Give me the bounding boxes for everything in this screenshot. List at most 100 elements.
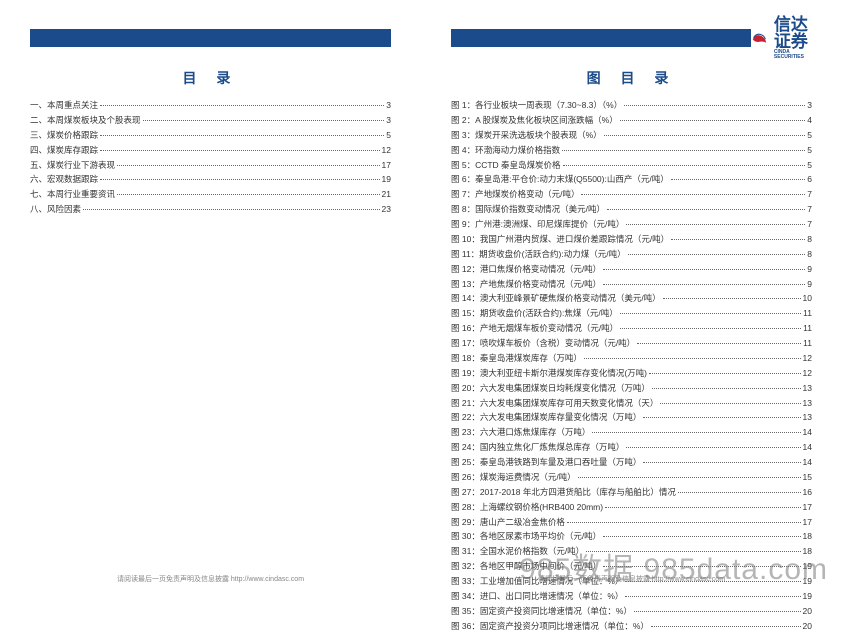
toc-page: 4 [807, 113, 812, 128]
toc-row: 图 6：秦皇岛港:平仓价:动力末煤(Q5500):山西产（元/吨）6 [451, 172, 812, 187]
toc-page: 9 [807, 262, 812, 277]
toc-dots [625, 596, 800, 597]
toc-label: 图 10：我国广州港内贸煤、进口煤价差跟踪情况（元/吨） [451, 232, 669, 247]
toc-page: 3 [807, 98, 812, 113]
toc-dots [663, 298, 801, 299]
toc-label: 三、煤炭价格跟踪 [30, 128, 98, 143]
toc-row: 图 8：国际煤价指数变动情况（美元/吨） 7 [451, 202, 812, 217]
left-page: 目 录 一、本周重点关注3二、本周煤炭板块及个股表现3三、煤炭价格跟踪5四、煤炭… [0, 0, 421, 596]
toc-row: 五、煤炭行业下游表现17 [30, 158, 391, 173]
toc-row: 图 36：固定资产投资分项同比增速情况（单位：%）20 [451, 619, 812, 634]
toc-row: 六、宏观数据跟踪19 [30, 172, 391, 187]
toc-label: 图 14：澳大利亚峰景矿硬焦煤价格变动情况（美元/吨） [451, 291, 661, 306]
toc-label: 图 20：六大发电集团煤炭日均耗煤变化情况（万吨） [451, 381, 650, 396]
toc-dots [117, 194, 380, 195]
toc-dots [626, 224, 805, 225]
toc-page: 8 [807, 232, 812, 247]
toc-row: 图 19：澳大利亚纽卡斯尔港煤炭库存变化情况(万吨)12 [451, 366, 812, 381]
toc-dots [649, 373, 801, 374]
toc-row: 图 23：六大港口炼焦煤库存（万吨）14 [451, 425, 812, 440]
toc-page: 14 [803, 425, 812, 440]
toc-dots [651, 626, 801, 627]
toc-row: 图 22：六大发电集团煤炭库存量变化情况（万吨）13 [451, 410, 812, 425]
toc-label: 图 25：秦皇岛港铁路到车量及港口吞吐量（万吨） [451, 455, 641, 470]
toc-row: 图 9：广州港:澳洲煤、印尼煤库提价（元/吨）7 [451, 217, 812, 232]
toc-row: 图 31：全国水泥价格指数（元/吨）18 [451, 544, 812, 559]
toc-label: 四、煤炭库存跟踪 [30, 143, 98, 158]
toc-page: 3 [386, 113, 391, 128]
toc-dots [620, 120, 806, 121]
toc-dots [604, 135, 806, 136]
toc-label: 图 22：六大发电集团煤炭库存量变化情况（万吨） [451, 410, 641, 425]
toc-row: 四、煤炭库存跟踪12 [30, 143, 391, 158]
toc-label: 图 5：CCTD 秦皇岛煤炭价格 [451, 158, 561, 173]
toc-dots [578, 477, 801, 478]
toc-label: 图 30：各地区尿素市场平均价（元/吨） [451, 529, 601, 544]
toc-page: 15 [803, 470, 812, 485]
toc-dots [607, 209, 805, 210]
toc-label: 图 32：各地区甲醇市场中间价（元/吨） [451, 559, 601, 574]
toc-dots [671, 179, 806, 180]
toc-page: 12 [803, 366, 812, 381]
toc-page: 7 [807, 202, 812, 217]
toc-label: 图 6：秦皇岛港:平仓价:动力末煤(Q5500):山西产（元/吨） [451, 172, 669, 187]
toc-label: 图 13：产地焦煤价格变动情况（元/吨） [451, 277, 601, 292]
toc-row: 图 28：上海螺纹钢价格(HRB400 20mm)17 [451, 500, 812, 515]
toc-dots [605, 507, 800, 508]
toc-dots [626, 447, 800, 448]
toc-row: 图 27：2017-2018 年北方四港货船比（库存与船舶比）情况16 [451, 485, 812, 500]
toc-label: 图 26：煤炭海运费情况（元/吨） [451, 470, 576, 485]
toc-label: 图 16：产地无烟煤车板价变动情况（元/吨） [451, 321, 618, 336]
toc-label: 图 31：全国水泥价格指数（元/吨） [451, 544, 584, 559]
figures-list: 图 1：各行业板块一周表现（7.30~8.3）（%） 3图 2：A 股煤炭及焦化板… [451, 98, 812, 634]
toc-page: 3 [386, 98, 391, 113]
toc-row: 图 26：煤炭海运费情况（元/吨） 15 [451, 470, 812, 485]
toc-dots [643, 462, 800, 463]
toc-page: 7 [807, 187, 812, 202]
toc-label: 图 12：港口焦煤价格变动情况（元/吨） [451, 262, 601, 277]
toc-dots [83, 209, 380, 210]
toc-dots [562, 150, 805, 151]
toc-page: 11 [803, 306, 812, 321]
toc-label: 图 36：固定资产投资分项同比增速情况（单位：%） [451, 619, 649, 634]
toc-dots [620, 313, 801, 314]
toc-label: 一、本周重点关注 [30, 98, 98, 113]
toc-row: 图 13：产地焦煤价格变动情况（元/吨） 9 [451, 277, 812, 292]
toc-label: 图 1：各行业板块一周表现（7.30~8.3）（%） [451, 98, 622, 113]
toc-page: 5 [807, 128, 812, 143]
toc-label: 图 9：广州港:澳洲煤、印尼煤库提价（元/吨） [451, 217, 624, 232]
toc-row: 图 3：煤炭开采洗选板块个股表现（%） 5 [451, 128, 812, 143]
toc-row: 图 4：环渤海动力煤价格指数5 [451, 143, 812, 158]
toc-row: 图 10：我国广州港内贸煤、进口煤价差跟踪情况（元/吨） 8 [451, 232, 812, 247]
toc-page: 19 [803, 559, 812, 574]
toc-label: 图 3：煤炭开采洗选板块个股表现（%） [451, 128, 602, 143]
toc-page: 5 [386, 128, 391, 143]
toc-title: 目 录 [30, 68, 391, 88]
toc-row: 图 18：秦皇岛港煤炭库存（万吨）12 [451, 351, 812, 366]
toc-label: 图 18：秦皇岛港煤炭库存（万吨） [451, 351, 582, 366]
left-header [30, 20, 391, 56]
toc-label: 图 27：2017-2018 年北方四港货船比（库存与船舶比）情况 [451, 485, 676, 500]
toc-label: 七、本周行业重要资讯 [30, 187, 115, 202]
toc-dots [586, 551, 800, 552]
page-container: 目 录 一、本周重点关注3二、本周煤炭板块及个股表现3三、煤炭价格跟踪5四、煤炭… [0, 0, 842, 596]
toc-page: 11 [803, 321, 812, 336]
toc-row: 图 2：A 股煤炭及焦化板块区间涨跌幅（%）4 [451, 113, 812, 128]
toc-row: 图 21：六大发电集团煤炭库存可用天数变化情况（天）13 [451, 396, 812, 411]
toc-label: 六、宏观数据跟踪 [30, 172, 98, 187]
header-bar [30, 29, 391, 47]
toc-dots [620, 328, 801, 329]
swirl-icon [751, 27, 768, 49]
toc-dots [637, 343, 801, 344]
toc-page: 18 [803, 529, 812, 544]
toc-row: 图 7：产地煤炭价格变动（元/吨）7 [451, 187, 812, 202]
toc-row: 图 29：唐山产二级冶金焦价格17 [451, 515, 812, 530]
toc-page: 8 [807, 247, 812, 262]
toc-page: 21 [382, 187, 391, 202]
toc-label: 图 8：国际煤价指数变动情况（美元/吨） [451, 202, 605, 217]
toc-label: 图 29：唐山产二级冶金焦价格 [451, 515, 565, 530]
toc-label: 图 28：上海螺纹钢价格(HRB400 20mm) [451, 500, 603, 515]
toc-dots [624, 105, 805, 106]
toc-label: 图 15：期货收盘价(活跃合约):焦煤（元/吨） [451, 306, 618, 321]
toc-page: 9 [807, 277, 812, 292]
